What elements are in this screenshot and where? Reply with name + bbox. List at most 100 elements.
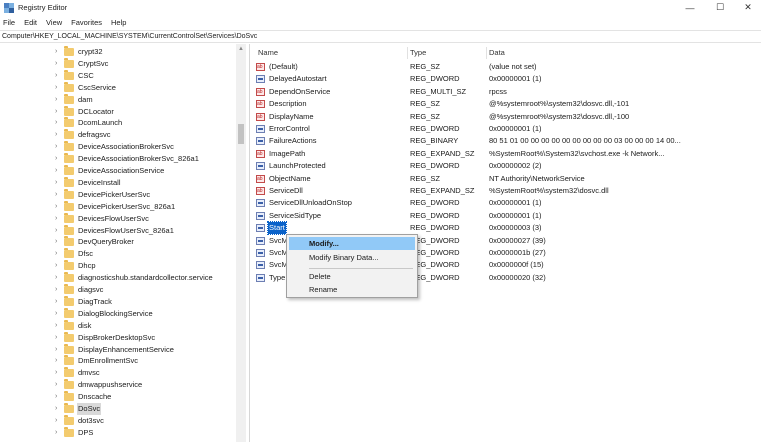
tree-item[interactable]: › DevicePickerUserSvc (0, 188, 236, 201)
tree-item[interactable]: › DevicePickerUserSvc_826a1 (0, 200, 236, 213)
value-row[interactable]: Description REG_SZ @%systemroot%\system32\… (252, 98, 672, 110)
expand-chevron-icon[interactable]: › (55, 177, 63, 189)
tree-item[interactable]: › diagnosticshub.standardcollector.servic… (0, 272, 236, 284)
tree-item[interactable]: › Dnscache (0, 391, 236, 403)
tree-item[interactable]: › crypt32 (0, 46, 236, 58)
tree-item[interactable]: › DiagTrack (0, 295, 236, 308)
tree-item[interactable]: › DCLocator (0, 105, 236, 118)
value-row[interactable]: DelayedAutostart REG_DWORD 0x00000001 (1) (252, 73, 672, 85)
expand-chevron-icon[interactable]: › (55, 141, 63, 153)
value-row[interactable]: ServiceDllUnloadOnStop REG_DWORD 0x0000000… (252, 197, 672, 209)
expand-chevron-icon[interactable]: › (55, 391, 63, 403)
value-row[interactable]: ServiceDll REG_EXPAND_SZ %SystemRoot%\syst… (252, 185, 672, 197)
expand-chevron-icon[interactable]: › (55, 379, 63, 391)
expand-chevron-icon[interactable]: › (55, 225, 63, 237)
value-row[interactable]: LaunchProtected REG_DWORD 0x00000002 (2) (252, 160, 672, 172)
menu-edit[interactable]: Edit (24, 18, 37, 27)
tree-item[interactable]: › CSC (0, 69, 236, 82)
tree-item[interactable]: › DoSvc (0, 403, 236, 415)
value-row[interactable]: Start REG_DWORD 0x00000003 (3) (252, 221, 672, 236)
expand-chevron-icon[interactable]: › (55, 355, 63, 367)
tree-item[interactable]: › DeviceAssociationService (0, 165, 236, 177)
context-menu-rename[interactable]: Rename (289, 283, 415, 296)
tree-scrollbar[interactable] (236, 44, 246, 442)
expand-chevron-icon[interactable]: › (55, 296, 63, 308)
tree-item[interactable]: › DeviceAssociationBrokerSvc_826a1 (0, 153, 236, 165)
expand-chevron-icon[interactable]: › (55, 129, 63, 141)
expand-chevron-icon[interactable]: › (55, 213, 63, 225)
value-row[interactable]: FailureActions REG_BINARY 80 51 01 00 00 0… (252, 135, 681, 147)
tree-item[interactable]: › Dfsc (0, 248, 236, 260)
column-divider[interactable] (407, 47, 408, 59)
tree-item[interactable]: › dmvsc (0, 367, 236, 379)
tree-item[interactable]: › DisplayEnhancementService (0, 343, 236, 356)
tree-item[interactable]: › DcomLaunch (0, 117, 236, 129)
expand-chevron-icon[interactable]: › (55, 320, 63, 332)
tree-item[interactable]: › DeviceInstall (0, 176, 236, 189)
expand-chevron-icon[interactable]: › (55, 427, 63, 439)
tree-item[interactable]: › DevicesFlowUserSvc (0, 212, 236, 225)
address-bar[interactable]: Computer\HKEY_LOCAL_MACHINE\SYSTEM\Curre… (0, 30, 761, 43)
tree-item[interactable]: › disk (0, 319, 236, 332)
value-row[interactable]: ObjectName REG_SZ NT Authority\NetworkServ… (252, 173, 672, 185)
column-header-data[interactable]: Data (489, 47, 505, 59)
expand-chevron-icon[interactable]: › (55, 82, 63, 94)
tree-item[interactable]: › dot3svc (0, 414, 236, 427)
tree-item[interactable]: › CryptSvc (0, 57, 236, 70)
minimize-button[interactable]: — (675, 0, 705, 15)
value-row[interactable]: ErrorControl REG_DWORD 0x00000001 (1) (252, 123, 672, 135)
tree-item[interactable]: › DevQueryBroker (0, 236, 236, 248)
tree-item[interactable]: › DeviceAssociationBrokerSvc (0, 141, 236, 153)
value-row[interactable]: ServiceSidType REG_DWORD 0x00000001 (1) (252, 210, 672, 222)
tree-item[interactable]: › dam (0, 93, 236, 106)
tree-item[interactable]: › DialogBlockingService (0, 307, 236, 320)
menu-file[interactable]: File (3, 18, 15, 27)
column-header-name[interactable]: Name (258, 47, 278, 59)
expand-chevron-icon[interactable]: › (55, 106, 63, 118)
tree-item[interactable]: › diagsvc (0, 284, 236, 296)
tree-item[interactable]: › DmEnrollmentSvc (0, 355, 236, 367)
expand-chevron-icon[interactable]: › (55, 284, 63, 296)
expand-chevron-icon[interactable]: › (55, 58, 63, 70)
expand-chevron-icon[interactable]: › (55, 117, 63, 129)
tree-item[interactable]: › defragsvc (0, 129, 236, 141)
expand-chevron-icon[interactable]: › (55, 46, 63, 58)
expand-chevron-icon[interactable]: › (55, 153, 63, 165)
expand-chevron-icon[interactable]: › (55, 165, 63, 177)
expand-chevron-icon[interactable]: › (55, 260, 63, 272)
tree-item[interactable]: › DevicesFlowUserSvc_826a1 (0, 224, 236, 237)
context-menu-modify[interactable]: Modify... (289, 237, 415, 250)
tree-item[interactable]: › DPS (0, 426, 236, 439)
expand-chevron-icon[interactable]: › (55, 308, 63, 320)
scroll-up-arrow-icon[interactable]: ▲ (237, 45, 245, 53)
expand-chevron-icon[interactable]: › (55, 367, 63, 379)
column-divider[interactable] (486, 47, 487, 59)
value-row[interactable]: ImagePath REG_EXPAND_SZ %SystemRoot%\Syste… (252, 148, 672, 160)
expand-chevron-icon[interactable]: › (55, 332, 63, 344)
column-header-type[interactable]: Type (410, 47, 426, 59)
expand-chevron-icon[interactable]: › (55, 415, 63, 427)
expand-chevron-icon[interactable]: › (55, 344, 63, 356)
value-row[interactable]: DisplayName REG_SZ @%systemroot%\system32\… (252, 111, 672, 123)
expand-chevron-icon[interactable]: › (55, 272, 63, 284)
value-row[interactable]: (Default) REG_SZ (value not set) (252, 61, 672, 73)
tree-item[interactable]: › DispBrokerDesktopSvc (0, 331, 236, 344)
context-menu-delete[interactable]: Delete (289, 270, 415, 283)
expand-chevron-icon[interactable]: › (55, 236, 63, 248)
context-menu-modify-binary-data[interactable]: Modify Binary Data... (289, 251, 415, 264)
menu-view[interactable]: View (46, 18, 62, 27)
expand-chevron-icon[interactable]: › (55, 70, 63, 82)
expand-chevron-icon[interactable]: › (55, 248, 63, 260)
menu-favorites[interactable]: Favorites (71, 18, 102, 27)
tree-scroll-thumb[interactable] (238, 124, 244, 144)
maximize-button[interactable]: ☐ (705, 0, 735, 15)
expand-chevron-icon[interactable]: › (55, 201, 63, 213)
value-row[interactable]: DependOnService REG_MULTI_SZ rpcss (252, 86, 672, 98)
expand-chevron-icon[interactable]: › (55, 403, 63, 415)
tree-item[interactable]: › Dhcp (0, 260, 236, 272)
tree-item[interactable]: › CscService (0, 81, 236, 94)
menu-help[interactable]: Help (111, 18, 126, 27)
expand-chevron-icon[interactable]: › (55, 189, 63, 201)
key-tree[interactable]: › crypt32 › CryptSvc › CSC › CscService › dam › DCL… (0, 44, 250, 442)
tree-item[interactable]: › dmwappushservice (0, 379, 236, 391)
